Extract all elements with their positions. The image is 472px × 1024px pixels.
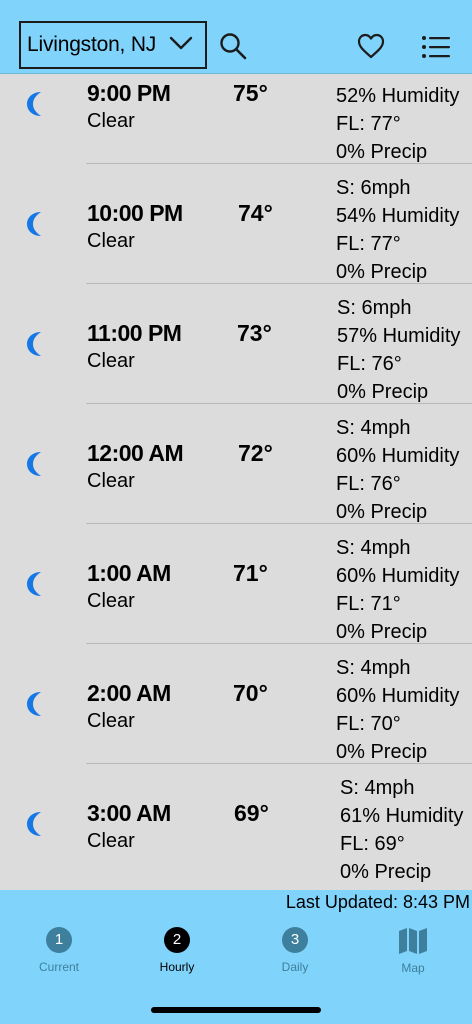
hourly-row: 11:00 PM Clear 73° S: 6mph 57% Humidity FL: 7… bbox=[0, 284, 472, 404]
tab-hourly-label: Hourly bbox=[159, 960, 195, 974]
hour-temperature: 69° bbox=[234, 800, 269, 826]
hour-temperature: 70° bbox=[233, 680, 268, 706]
hour-condition: Clear bbox=[87, 230, 135, 252]
hourly-row: 10:00 PM Clear 74° S: 6mph 54% Humidity FL: 7… bbox=[0, 164, 472, 284]
hour-temperature: 75° bbox=[233, 80, 268, 106]
tab-map[interactable]: Map bbox=[363, 927, 463, 975]
hour-humidity: 52% Humidity bbox=[336, 85, 460, 107]
moon-icon bbox=[24, 570, 48, 598]
hour-feels-like: FL: 77° bbox=[336, 233, 401, 255]
hour-time: 1:00 AM bbox=[87, 560, 171, 586]
hourly-row: 9:00 PM Clear 75° 52% Humidity FL: 77° 0% Pre… bbox=[0, 74, 472, 164]
hour-condition: Clear bbox=[87, 590, 135, 612]
tab-hourly-number: 2 bbox=[164, 927, 190, 953]
hour-precip: 0% Precip bbox=[336, 261, 428, 283]
header-bar: Livingston, NJ bbox=[0, 0, 472, 74]
hour-humidity: 60% Humidity bbox=[336, 565, 460, 587]
hour-feels-like: FL: 76° bbox=[336, 473, 401, 495]
hour-precip: 0% Precip bbox=[340, 861, 432, 883]
moon-icon bbox=[24, 90, 48, 118]
hourly-row: 2:00 AM Clear 70° S: 4mph 60% Humidity FL: 70… bbox=[0, 644, 472, 764]
hour-condition: Clear bbox=[87, 470, 135, 492]
hour-precip: 0% Precip bbox=[337, 381, 429, 403]
hour-condition: Clear bbox=[87, 830, 135, 852]
hour-condition: Clear bbox=[87, 110, 135, 132]
hour-temperature: 73° bbox=[237, 320, 272, 346]
hour-wind: S: 4mph bbox=[336, 537, 411, 559]
hour-precip: 0% Precip bbox=[336, 501, 428, 523]
tab-daily-number: 3 bbox=[282, 927, 308, 953]
chevron-down-icon bbox=[169, 35, 193, 56]
last-updated-text: Last Updated: 8:43 PM bbox=[285, 892, 470, 912]
tab-daily[interactable]: 3 Daily bbox=[245, 927, 345, 974]
hour-temperature: 71° bbox=[233, 560, 268, 586]
location-label: Livingston, NJ bbox=[27, 33, 157, 56]
hour-time: 2:00 AM bbox=[87, 680, 171, 706]
hour-precip: 0% Precip bbox=[336, 141, 428, 163]
moon-icon bbox=[24, 690, 48, 718]
hour-time: 10:00 PM bbox=[87, 200, 183, 226]
moon-icon bbox=[24, 450, 48, 478]
hour-humidity: 60% Humidity bbox=[336, 685, 460, 707]
tab-daily-label: Daily bbox=[281, 960, 309, 974]
hour-humidity: 61% Humidity bbox=[340, 805, 464, 827]
hourly-forecast-list[interactable]: 9:00 PM Clear 75° 52% Humidity FL: 77° 0% Pre… bbox=[0, 74, 472, 890]
hourly-row: 3:00 AM Clear 69° S: 4mph 61% Humidity FL: 69… bbox=[0, 764, 472, 884]
hour-time: 3:00 AM bbox=[87, 800, 171, 826]
hour-precip: 0% Precip bbox=[336, 741, 428, 763]
moon-icon bbox=[24, 810, 48, 838]
hour-condition: Clear bbox=[87, 710, 135, 732]
hour-temperature: 72° bbox=[238, 440, 273, 466]
hour-feels-like: FL: 76° bbox=[337, 353, 402, 375]
heart-icon[interactable] bbox=[357, 33, 385, 64]
hourly-row: 12:00 AM Clear 72° S: 4mph 60% Humidity FL: 7… bbox=[0, 404, 472, 524]
tab-current-number: 1 bbox=[46, 927, 72, 953]
hour-humidity: 57% Humidity bbox=[337, 325, 461, 347]
hour-time: 11:00 PM bbox=[87, 320, 182, 346]
hour-humidity: 54% Humidity bbox=[336, 205, 460, 227]
map-icon bbox=[398, 927, 428, 955]
hour-wind: S: 4mph bbox=[336, 657, 411, 679]
tab-current-label: Current bbox=[38, 960, 79, 974]
moon-icon bbox=[24, 330, 48, 358]
hour-feels-like: FL: 71° bbox=[336, 593, 401, 615]
home-indicator bbox=[151, 1007, 321, 1013]
hour-time: 12:00 AM bbox=[87, 440, 184, 466]
hour-feels-like: FL: 70° bbox=[336, 713, 401, 735]
hour-feels-like: FL: 69° bbox=[340, 833, 405, 855]
hour-wind: S: 6mph bbox=[336, 177, 411, 199]
hour-temperature: 74° bbox=[238, 200, 273, 226]
hour-wind: S: 6mph bbox=[337, 297, 412, 319]
hour-wind: S: 4mph bbox=[336, 417, 411, 439]
tab-current[interactable]: 1 Current bbox=[9, 927, 109, 974]
hour-time: 9:00 PM bbox=[87, 80, 171, 106]
tab-map-label: Map bbox=[401, 961, 425, 975]
search-icon[interactable] bbox=[219, 32, 247, 65]
tab-hourly[interactable]: 2 Hourly bbox=[127, 927, 227, 974]
location-dropdown[interactable]: Livingston, NJ bbox=[19, 21, 207, 69]
hour-wind: S: 4mph bbox=[340, 777, 415, 799]
moon-icon bbox=[24, 210, 48, 238]
hour-humidity: 60% Humidity bbox=[336, 445, 460, 467]
list-icon[interactable] bbox=[421, 35, 451, 64]
hour-feels-like: FL: 77° bbox=[336, 113, 401, 135]
tab-bar: Last Updated: 8:43 PM 1 Current 2 Hourly… bbox=[0, 890, 472, 1024]
hour-condition: Clear bbox=[87, 350, 135, 372]
hour-precip: 0% Precip bbox=[336, 621, 428, 643]
hourly-row: 1:00 AM Clear 71° S: 4mph 60% Humidity FL: 71… bbox=[0, 524, 472, 644]
